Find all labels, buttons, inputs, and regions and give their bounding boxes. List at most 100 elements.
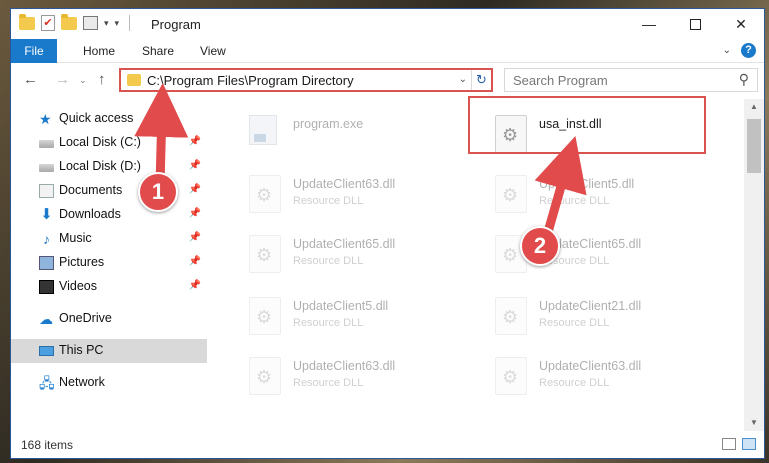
large-icons-view-icon[interactable] <box>742 438 756 450</box>
file-item[interactable]: UpdateClient65.dll Resource DLL <box>483 229 723 281</box>
refresh-button[interactable]: ↻ <box>471 70 491 90</box>
properties-check-icon[interactable]: ✔ <box>41 15 55 31</box>
annotation-badge-2: 2 <box>520 226 560 266</box>
download-icon: ⬇ <box>40 206 53 223</box>
expand-ribbon-icon[interactable]: ⌄ <box>723 45 731 56</box>
folder-icon[interactable] <box>19 13 35 30</box>
file-name: UpdateClient63.dll <box>293 177 396 191</box>
sidebar-item-this-pc[interactable]: This PC <box>11 339 207 363</box>
file-item[interactable]: UpdateClient21.dll Resource DLL <box>483 291 723 343</box>
file-item[interactable]: UpdateClient5.dll Resource DLL <box>483 169 723 221</box>
sidebar-item-label: Network <box>59 375 105 389</box>
maximize-icon <box>689 18 701 30</box>
sidebar-item-music[interactable]: ♪ Music 📌 <box>11 227 207 251</box>
tab-share[interactable]: Share <box>142 39 174 63</box>
search-icon[interactable]: ⚲ <box>739 71 749 88</box>
file-item-program-exe[interactable]: program.exe <box>237 109 477 161</box>
file-type: Resource DLL <box>293 317 364 329</box>
sidebar-item-label: Downloads <box>59 207 121 221</box>
sidebar-item-downloads[interactable]: ⬇ Downloads 📌 <box>11 203 207 227</box>
sidebar-item-videos[interactable]: Videos 📌 <box>11 275 207 299</box>
dll-file-icon <box>249 175 281 213</box>
sidebar-item-label: Music <box>59 231 92 245</box>
recent-locations-button[interactable]: ⌄ <box>79 75 87 86</box>
file-name: UpdateClient5.dll <box>539 177 635 191</box>
file-name: UpdateClient63.dll <box>293 359 396 373</box>
disk-icon <box>39 164 54 172</box>
pin-icon[interactable]: 📌 <box>189 232 201 243</box>
file-name: UpdateClient21.dll <box>539 299 642 313</box>
network-icon: 🖧 <box>39 375 55 391</box>
dll-file-icon <box>495 175 527 213</box>
explorer-window: ✔ ▾ ▾ Program — ✕ File Home Share View ⌄… <box>10 8 765 459</box>
minimize-button[interactable]: — <box>626 9 672 39</box>
maximize-button[interactable] <box>672 9 718 39</box>
star-icon: ★ <box>39 111 52 127</box>
forward-button[interactable]: → <box>55 71 70 88</box>
address-path[interactable]: C:\Program Files\Program Directory <box>147 73 354 88</box>
sidebar-item-label: Quick access <box>59 111 134 125</box>
qa-dropdown-icon[interactable]: ▾ <box>104 18 109 29</box>
documents-icon <box>39 184 54 198</box>
videos-icon <box>39 280 54 294</box>
music-icon: ♪ <box>43 231 50 247</box>
sidebar-item-quick-access[interactable]: ★ Quick access <box>11 107 207 131</box>
sidebar-item-network[interactable]: 🖧 Network <box>11 371 207 395</box>
scroll-up-button[interactable]: ▲ <box>744 99 764 115</box>
tab-home[interactable]: Home <box>83 39 115 63</box>
pin-icon[interactable]: 📌 <box>189 208 201 219</box>
scroll-down-button[interactable]: ▼ <box>744 415 764 431</box>
tab-view[interactable]: View <box>200 39 226 63</box>
sidebar-item-label: Documents <box>59 183 123 197</box>
ribbon-right: ⌄ ? <box>723 43 756 58</box>
sidebar-item-local-disk-c[interactable]: Local Disk (C:) 📌 <box>11 131 207 155</box>
sidebar-item-label: This PC <box>59 343 104 357</box>
file-type: Resource DLL <box>539 317 610 329</box>
pin-icon[interactable]: 📌 <box>189 136 201 147</box>
file-type: Resource DLL <box>293 255 364 267</box>
file-item[interactable]: UpdateClient63.dll Resource DLL <box>483 351 723 403</box>
sidebar-item-local-disk-d[interactable]: Local Disk (D:) 📌 <box>11 155 207 179</box>
pin-icon[interactable]: 📌 <box>189 160 201 171</box>
back-button[interactable]: ← <box>23 71 38 88</box>
help-icon[interactable]: ? <box>741 43 756 58</box>
navigation-bar: ← → ⌄ ↑ C:\Program Files\Program Directo… <box>11 63 764 97</box>
file-name: UpdateClient5.dll <box>293 299 389 313</box>
sidebar-item-label: Videos <box>59 279 97 293</box>
dll-file-icon <box>249 357 281 395</box>
address-dropdown-icon[interactable]: ⌄ <box>459 74 467 85</box>
pictures-icon <box>39 256 54 270</box>
file-item[interactable]: UpdateClient65.dll Resource DLL <box>237 229 477 281</box>
sidebar-item-label: OneDrive <box>59 311 112 325</box>
tab-file[interactable]: File <box>11 39 57 63</box>
highlight-box-usa-inst <box>468 96 706 154</box>
file-item[interactable]: UpdateClient63.dll Resource DLL <box>237 169 477 221</box>
toolbar-divider <box>129 15 131 31</box>
file-item[interactable]: UpdateClient5.dll Resource DLL <box>237 291 477 343</box>
address-bar[interactable]: C:\Program Files\Program Directory ⌄ ↻ <box>119 68 493 92</box>
file-type: Resource DLL <box>293 377 364 389</box>
disk-icon <box>39 140 54 148</box>
sidebar-item-pictures[interactable]: Pictures 📌 <box>11 251 207 275</box>
close-button[interactable]: ✕ <box>718 9 764 39</box>
qa-customize-icon[interactable]: ▾ <box>115 18 120 29</box>
search-box[interactable]: Search Program ⚲ <box>504 68 758 92</box>
pin-icon[interactable]: 📌 <box>189 256 201 267</box>
properties-icon[interactable] <box>83 16 98 30</box>
file-item[interactable]: UpdateClient63.dll Resource DLL <box>237 351 477 403</box>
pc-icon <box>39 346 54 356</box>
exe-file-icon <box>249 115 277 145</box>
up-button[interactable]: ↑ <box>98 71 106 88</box>
sidebar-item-onedrive[interactable]: ☁ OneDrive <box>11 307 207 331</box>
pin-icon[interactable]: 📌 <box>189 184 201 195</box>
vertical-scrollbar[interactable]: ▲ ▼ <box>744 99 764 431</box>
scroll-thumb[interactable] <box>747 119 761 173</box>
sidebar-item-label: Local Disk (C:) <box>59 135 141 149</box>
details-view-icon[interactable] <box>722 438 736 450</box>
ribbon-tabs: File Home Share View ⌄ ? <box>11 39 764 63</box>
dll-file-icon <box>495 357 527 395</box>
dll-file-icon <box>495 297 527 335</box>
search-input[interactable]: Search Program <box>513 73 608 88</box>
pin-icon[interactable]: 📌 <box>189 280 201 291</box>
new-folder-icon[interactable] <box>61 13 77 30</box>
